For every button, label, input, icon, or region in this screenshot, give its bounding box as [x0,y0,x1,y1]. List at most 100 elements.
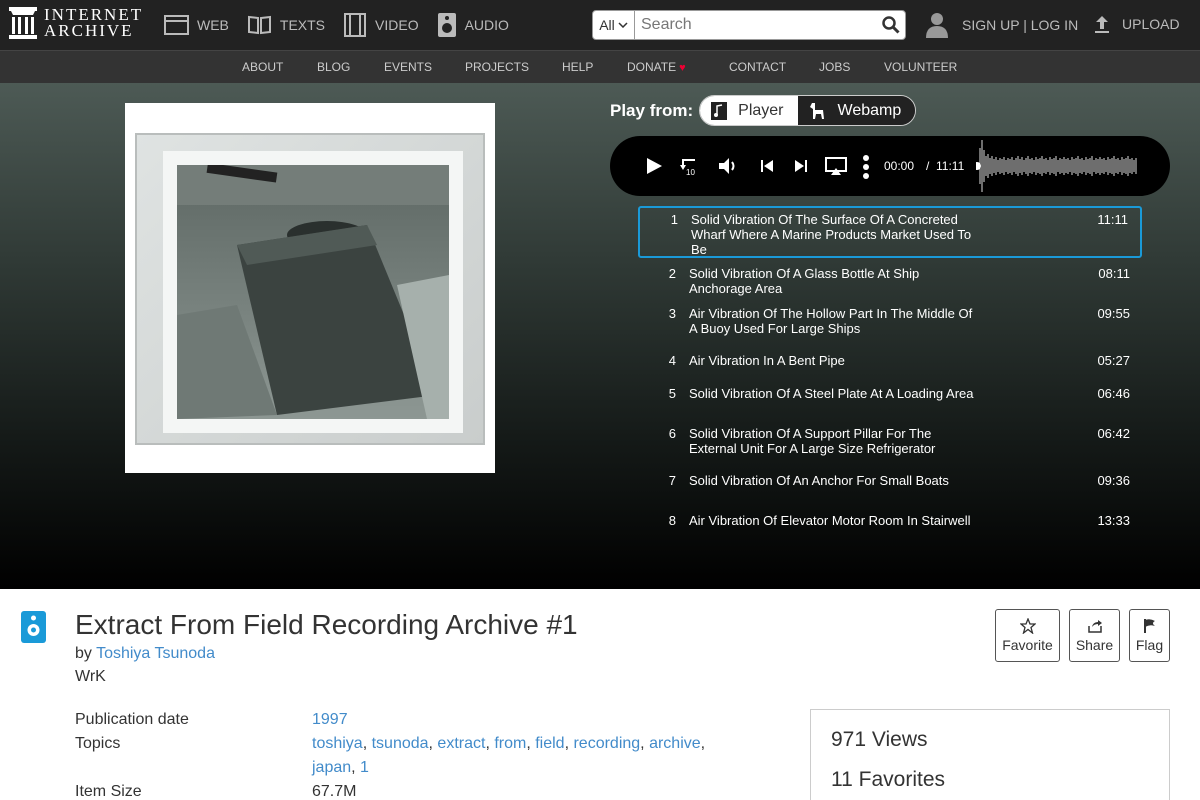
search-bar: All [592,10,906,40]
topic-link[interactable]: japan [312,759,351,776]
waveform-scrubber[interactable] [976,136,1140,196]
more-options-icon[interactable] [862,154,870,180]
wharf-photo-image [177,165,449,419]
rewind-10-icon[interactable]: 10 [678,154,700,178]
creator-link[interactable]: Toshiya Tsunoda [96,645,215,662]
time-separator: / [926,159,930,173]
item-title: Extract From Field Recording Archive #1 [75,609,578,640]
track-duration: 06:46 [1097,386,1130,401]
publication-date-link[interactable]: 1997 [312,711,348,728]
publication-date-label: Publication date [75,711,189,728]
topic-link[interactable]: recording [573,735,640,752]
nav-web[interactable]: WEB [164,10,229,40]
play-icon[interactable] [644,154,664,178]
favorite-button[interactable]: Favorite [995,609,1060,662]
topic-link[interactable]: toshiya [312,735,363,752]
top-navbar: INTERNET ARCHIVE WEB TEXTS VIDEO AUDIO A… [0,0,1200,50]
music-file-icon [711,101,728,120]
topic-link[interactable]: tsunoda [372,735,429,752]
publisher: WrK [75,668,106,685]
search-icon [882,16,900,34]
web-icon [164,15,189,35]
byline: by Toshiya Tsunoda [75,645,215,663]
track-duration: 09:55 [1097,306,1130,321]
upload-button[interactable]: UPLOAD [1092,14,1180,34]
search-scope-value: All [599,17,615,33]
nav-texts[interactable]: TEXTS [247,10,325,40]
share-icon [1087,620,1102,633]
previous-track-icon[interactable] [758,154,776,178]
volume-icon[interactable] [716,154,740,178]
album-cover[interactable] [125,103,495,473]
topic-link[interactable]: field [535,735,564,752]
share-button[interactable]: Share [1069,609,1120,662]
subnav-help[interactable]: HELP [562,60,593,74]
star-icon [1019,618,1036,634]
track-title: Air Vibration Of The Hollow Part In The … [689,306,973,336]
player-option[interactable]: Player [700,96,798,125]
webamp-option[interactable]: Webamp [797,96,916,125]
secondary-nav: ABOUT BLOG EVENTS PROJECTS HELP DONATE ♥ … [0,50,1200,83]
item-size-value: 67.7M [312,783,357,800]
track-duration: 05:27 [1097,353,1130,368]
track-duration: 06:42 [1097,426,1130,441]
speaker-icon [27,615,40,636]
audio-player: 10 00:00 / 11:11 [610,136,1170,196]
search-button[interactable] [877,11,905,39]
subnav-events[interactable]: EVENTS [384,60,432,74]
subnav-volunteer[interactable]: VOLUNTEER [884,60,957,74]
video-icon [344,13,367,37]
internet-archive-logo[interactable]: INTERNET ARCHIVE [8,6,143,40]
subnav-donate-label: DONATE [627,60,677,74]
track-number: 4 [668,353,676,368]
current-time: 00:00 [884,159,915,173]
topic-link[interactable]: extract [437,735,485,752]
svg-text:10: 10 [686,168,695,177]
topic-link[interactable]: archive [649,735,701,752]
publication-date-value: 1997 [312,708,732,732]
track-duration: 11:11 [1097,212,1128,227]
track-row[interactable]: 1 Solid Vibration Of The Surface Of A Co… [638,206,1142,258]
user-area: SIGN UP | LOG IN [926,12,1078,38]
nav-audio[interactable]: AUDIO [437,10,509,40]
chevron-down-icon [618,22,628,28]
webamp-option-label: Webamp [837,101,902,119]
subnav-contact[interactable]: CONTACT [729,60,786,74]
audio-item-icon [21,611,46,643]
subnav-blog[interactable]: BLOG [317,60,350,74]
flag-button[interactable]: Flag [1129,609,1170,662]
track-title: Solid Vibration Of A Steel Plate At A Lo… [689,386,974,401]
track-number: 7 [668,473,676,488]
flag-icon [1143,619,1155,633]
search-scope-select[interactable]: All [593,11,635,39]
search-input[interactable] [635,12,877,38]
subnav-donate[interactable]: DONATE ♥ [627,60,686,74]
by-label: by [75,645,92,662]
topic-link[interactable]: from [494,735,526,752]
track-number: 2 [668,266,676,281]
subnav-jobs[interactable]: JOBS [819,60,850,74]
favorite-label: Favorite [1002,637,1053,653]
topic-link[interactable]: 1 [360,759,369,776]
sign-up-log-in-link[interactable]: SIGN UP | LOG IN [962,17,1078,33]
item-stats-panel: 971 Views 11 Favorites [810,709,1170,800]
nav-video[interactable]: VIDEO [343,10,419,40]
nav-video-label: VIDEO [375,17,419,33]
track-title: Air Vibration In A Bent Pipe [689,353,845,368]
play-from-label: Play from: [610,100,694,120]
nav-texts-label: TEXTS [279,17,326,33]
airplay-icon[interactable] [824,154,848,178]
next-track-icon[interactable] [792,154,810,178]
media-nav: WEB TEXTS VIDEO AUDIO [164,10,527,40]
logo-text: INTERNET ARCHIVE [44,6,143,39]
player-toggle: Player Webamp [699,95,917,126]
subnav-about[interactable]: ABOUT [242,60,283,74]
subnav-projects[interactable]: PROJECTS [465,60,529,74]
upload-icon [1095,16,1109,33]
track-number: 5 [668,386,676,401]
item-size-label: Item Size [75,783,142,800]
track-duration: 08:11 [1098,266,1130,281]
user-icon [926,13,948,38]
cd-case [135,133,485,445]
track-duration: 13:33 [1097,513,1130,528]
